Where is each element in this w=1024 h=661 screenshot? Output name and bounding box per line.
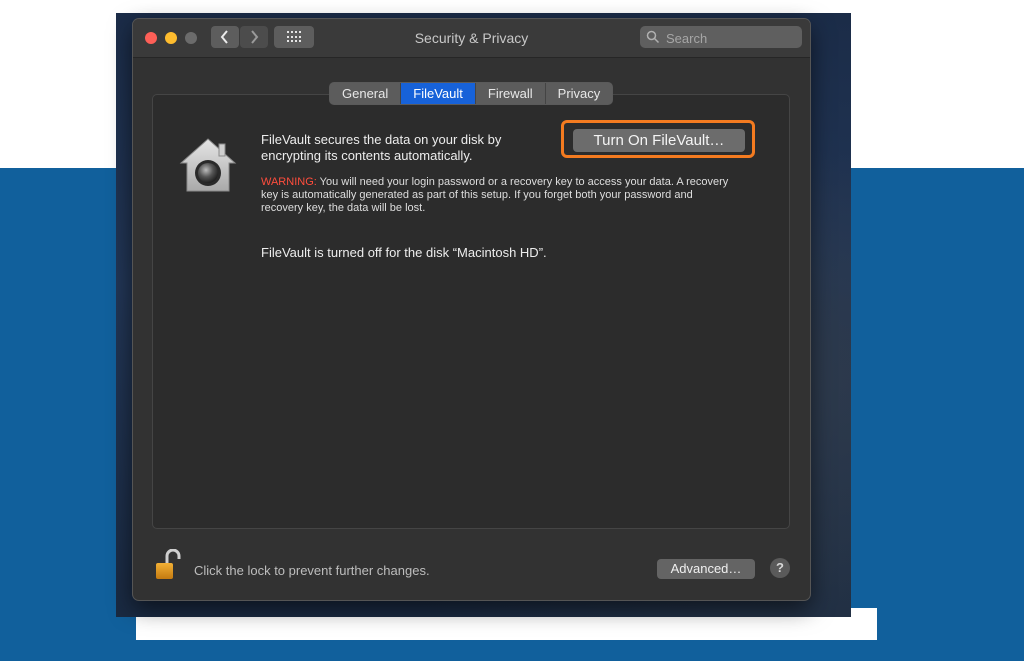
lock-hint[interactable]: Click the lock to prevent further change…: [194, 563, 430, 578]
filevault-status: FileVault is turned off for the disk “Ma…: [261, 245, 547, 260]
search-icon: [646, 30, 660, 44]
help-button[interactable]: ?: [770, 558, 790, 578]
tab-privacy[interactable]: Privacy: [546, 83, 613, 104]
unlocked-padlock-icon[interactable]: [155, 549, 181, 581]
tab-bar: General FileVault Firewall Privacy: [329, 82, 614, 105]
search-field[interactable]: [640, 26, 802, 48]
title-bar: Security & Privacy: [133, 19, 810, 58]
turn-on-filevault-button[interactable]: Turn On FileVault…: [573, 129, 745, 152]
search-input[interactable]: [664, 28, 798, 48]
tab-general[interactable]: General: [330, 83, 402, 104]
filevault-house-icon: [179, 138, 237, 192]
filevault-description: FileVault secures the data on your disk …: [261, 132, 502, 163]
tab-firewall[interactable]: Firewall: [476, 83, 546, 104]
tab-filevault[interactable]: FileVault: [401, 83, 476, 104]
warning-text: WARNING: You will need your login passwo…: [261, 176, 731, 215]
security-privacy-window: Security & Privacy General FileVault Fir…: [133, 19, 810, 600]
warning-label: WARNING:: [261, 176, 317, 188]
advanced-button[interactable]: Advanced…: [657, 559, 755, 579]
warning-body: You will need your login password or a r…: [261, 176, 729, 214]
